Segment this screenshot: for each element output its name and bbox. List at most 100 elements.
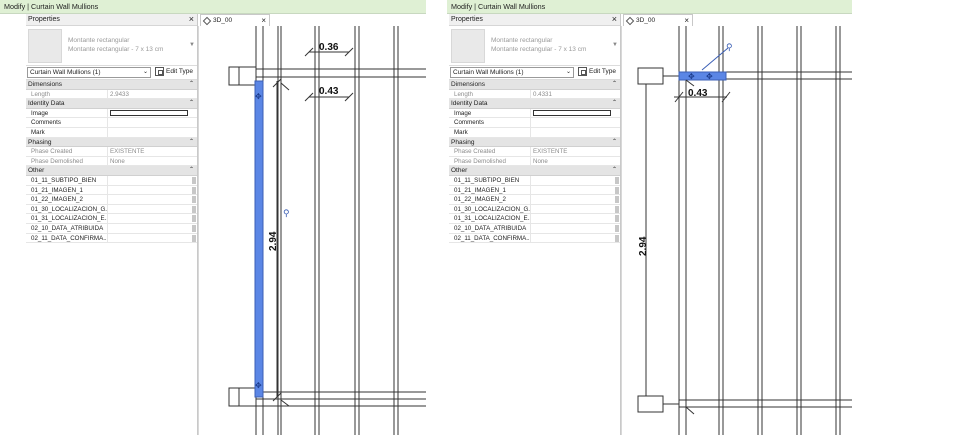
prop-row-comments: Comments	[26, 118, 197, 128]
prop-key: 02_10_DATA_ATRIBUIDA	[26, 223, 108, 233]
properties-title: Properties	[28, 16, 60, 23]
close-icon[interactable]: ×	[684, 16, 689, 25]
type-selector[interactable]: Montante rectangular Montante rectangula…	[26, 26, 197, 66]
image-field[interactable]	[531, 109, 620, 118]
type-family: Montante rectangular	[68, 37, 130, 44]
image-field[interactable]	[108, 109, 197, 118]
prop-row-image: Image	[26, 108, 197, 119]
prop-value[interactable]	[108, 176, 197, 185]
move-handle-icon[interactable]: ✥	[688, 72, 695, 81]
edit-type-button[interactable]: Edit Type	[155, 67, 193, 76]
prop-key: 01_30_LOCALIZACION_G...	[449, 204, 531, 214]
mark-field[interactable]	[108, 128, 197, 137]
prop-value[interactable]	[531, 214, 620, 223]
param-button[interactable]	[192, 234, 196, 242]
length-value[interactable]: 2.9433	[108, 90, 197, 99]
param-button[interactable]	[615, 205, 619, 213]
chevron-down-icon[interactable]: ▼	[612, 42, 618, 48]
phase-demolished-value[interactable]: None	[531, 157, 620, 166]
param-button[interactable]	[615, 176, 619, 184]
prop-value[interactable]	[108, 195, 197, 204]
instance-filter-value: Curtain Wall Mullions (1)	[30, 69, 101, 76]
prop-key: 01_11_SUBTIPO_BIEN	[26, 175, 108, 185]
prop-value[interactable]	[108, 224, 197, 233]
tab-3d-view[interactable]: 3D_00 ×	[200, 14, 270, 26]
selected-mullion[interactable]	[254, 80, 264, 398]
image-input[interactable]	[533, 109, 611, 116]
param-button[interactable]	[615, 224, 619, 232]
param-button[interactable]	[192, 215, 196, 223]
vertical-dimension-label[interactable]: 2.94	[638, 236, 649, 256]
prop-row-other: 01_11_SUBTIPO_BIEN	[449, 175, 620, 186]
pin-icon[interactable]: ⚲	[726, 42, 733, 52]
edit-type-button[interactable]: Edit Type	[578, 67, 616, 76]
tab-label: 3D_00	[636, 17, 656, 24]
chevron-down-icon[interactable]: ▼	[189, 42, 195, 48]
param-button[interactable]	[615, 215, 619, 223]
3d-view-icon	[202, 16, 212, 25]
close-icon[interactable]: ×	[189, 14, 194, 24]
move-handle-icon[interactable]: ✥	[255, 381, 262, 390]
close-icon[interactable]: ×	[261, 16, 266, 25]
group-dimensions[interactable]: Dimensions ⌃	[449, 80, 620, 90]
param-button[interactable]	[192, 205, 196, 213]
drawing-canvas[interactable]: ✥ ✥ 2.94 ⚲ 0.36 0.43	[198, 26, 426, 435]
group-phasing[interactable]: Phasing ⌃	[449, 137, 620, 148]
prop-value[interactable]	[108, 234, 197, 243]
group-other[interactable]: Other ⌃	[26, 166, 197, 176]
selected-mullion[interactable]	[678, 71, 727, 81]
group-label: Identity Data	[451, 100, 488, 108]
param-button[interactable]	[192, 196, 196, 204]
group-other[interactable]: Other ⌃	[449, 166, 620, 176]
prop-row-length: Length 2.9433	[26, 89, 197, 100]
move-handle-icon[interactable]: ✥	[255, 92, 262, 101]
selection-filter-row: Curtain Wall Mullions (1) ⌄ Edit Type	[26, 66, 197, 80]
prop-row-other: 02_10_DATA_ATRIBUIDA	[26, 223, 197, 234]
length-value[interactable]: 0.4331	[531, 90, 620, 99]
prop-value[interactable]	[531, 195, 620, 204]
phase-created-value[interactable]: EXISTENTE	[531, 147, 620, 156]
pin-icon[interactable]: ⚲	[283, 208, 290, 218]
mid-dimension-label[interactable]: 0.43	[319, 86, 339, 97]
prop-value[interactable]	[108, 214, 197, 223]
group-identity-data[interactable]: Identity Data ⌃	[26, 99, 197, 109]
mid-dimension-label[interactable]: 0.43	[688, 88, 708, 99]
type-selector[interactable]: Montante rectangular Montante rectangula…	[449, 26, 620, 66]
move-handle-icon[interactable]: ✥	[706, 72, 713, 81]
rail-end-cap	[228, 66, 257, 86]
param-button[interactable]	[615, 196, 619, 204]
comments-field[interactable]	[531, 118, 620, 127]
prop-value[interactable]	[531, 186, 620, 195]
comments-field[interactable]	[108, 118, 197, 127]
type-family: Montante rectangular	[491, 37, 553, 44]
close-icon[interactable]: ×	[612, 14, 617, 24]
prop-value[interactable]	[108, 205, 197, 214]
prop-key: 02_10_DATA_ATRIBUIDA	[449, 223, 531, 233]
group-dimensions[interactable]: Dimensions ⌃	[26, 80, 197, 90]
group-identity-data[interactable]: Identity Data ⌃	[449, 99, 620, 109]
prop-value[interactable]	[531, 176, 620, 185]
prop-value[interactable]	[108, 186, 197, 195]
tab-3d-view[interactable]: 3D_00 ×	[623, 14, 693, 26]
phase-created-value[interactable]: EXISTENTE	[108, 147, 197, 156]
image-input[interactable]	[110, 109, 188, 116]
instance-filter-dropdown[interactable]: Curtain Wall Mullions (1) ⌄	[450, 67, 574, 78]
prop-value[interactable]	[531, 224, 620, 233]
phase-demolished-value[interactable]: None	[108, 157, 197, 166]
param-button[interactable]	[192, 224, 196, 232]
vertical-dimension-label[interactable]: 2.94	[268, 231, 279, 251]
group-phasing[interactable]: Phasing ⌃	[26, 137, 197, 148]
mark-field[interactable]	[531, 128, 620, 137]
drawing-canvas[interactable]: ✥ ✥ ⚲ 0.43 2.94	[621, 26, 852, 435]
param-button[interactable]	[615, 234, 619, 242]
prop-value[interactable]	[531, 234, 620, 243]
instance-filter-value: Curtain Wall Mullions (1)	[453, 69, 524, 76]
param-button[interactable]	[192, 186, 196, 194]
prop-row-other: 01_22_IMAGEN_2	[449, 195, 620, 205]
param-button[interactable]	[192, 176, 196, 184]
instance-filter-dropdown[interactable]: Curtain Wall Mullions (1) ⌄	[27, 67, 151, 78]
param-button[interactable]	[615, 186, 619, 194]
prop-value[interactable]	[531, 205, 620, 214]
edit-type-icon	[578, 67, 587, 76]
top-dimension-label[interactable]: 0.36	[319, 42, 339, 53]
